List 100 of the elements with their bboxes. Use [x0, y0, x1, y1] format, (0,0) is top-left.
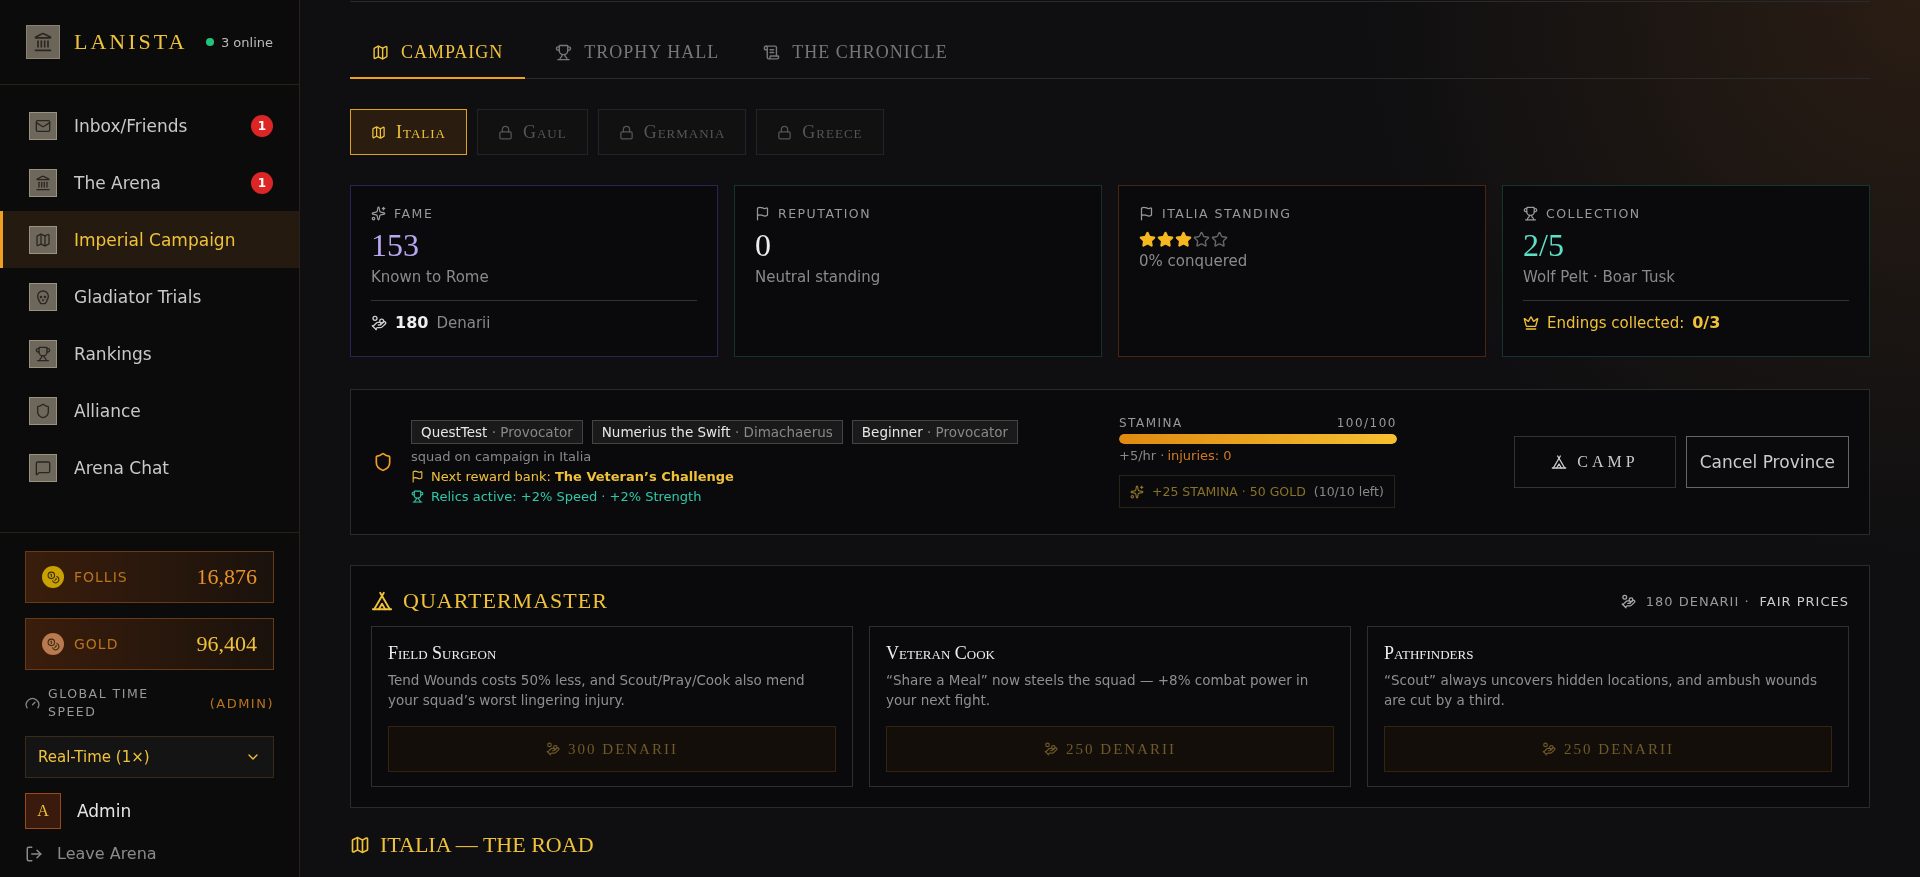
- denarii-balance: 180 DENARII ·: [1645, 593, 1750, 609]
- tent-icon: [1551, 454, 1568, 470]
- time-speed-select[interactable]: Real-Time (1×): [25, 736, 274, 778]
- star-icon: [1139, 231, 1156, 248]
- nav-item[interactable]: Gladiator Trials: [0, 268, 299, 325]
- offer-title: Field Surgeon: [388, 643, 498, 664]
- nav-item[interactable]: Rankings: [0, 325, 299, 382]
- stat-label: ITALIA STANDING: [1162, 206, 1292, 221]
- offer-title: Veteran Cook: [886, 643, 996, 664]
- star-icon: [1193, 231, 1210, 248]
- map-icon: [350, 835, 370, 855]
- stat-caption: Neutral standing: [755, 268, 882, 286]
- bonus-button[interactable]: +25 STAMINA · 50 GOLD (10/10 left): [1119, 475, 1395, 508]
- offer-description: “Scout” always uncovers hidden locations, and ambush wounds are cut by a third.: [1384, 671, 1818, 710]
- gauge-icon: [25, 695, 40, 711]
- trophy-icon: [411, 490, 424, 503]
- currency-value: 16,876: [196, 564, 257, 590]
- crown-icon: [1523, 314, 1539, 331]
- tab[interactable]: THE CHRONICLE: [741, 42, 970, 79]
- endings-label: Endings collected:: [1547, 313, 1685, 332]
- map-icon: [371, 124, 386, 140]
- nav-item[interactable]: Arena Chat: [0, 439, 299, 496]
- gladiator-tag: QuestTest · Provocator: [411, 420, 583, 444]
- coins-hand-icon: [1542, 742, 1557, 756]
- flag-icon: [1139, 206, 1154, 221]
- denarii-label: Denarii: [436, 313, 491, 332]
- coins-hand-icon: [1620, 593, 1636, 609]
- shield-icon: [29, 396, 57, 425]
- coins-hand-icon: [371, 314, 387, 331]
- denarii-amount: 180: [395, 313, 429, 332]
- relics-text: Relics active: +2% Speed · +2% Strength: [431, 489, 702, 504]
- mail-icon: [29, 111, 57, 140]
- lock-icon: [777, 124, 793, 140]
- admin-tag: (ADMIN): [209, 695, 274, 711]
- sparkle-icon: [371, 206, 386, 221]
- flag-icon: [755, 206, 770, 221]
- stat-caption: 0% conquered: [1139, 252, 1249, 270]
- section-title: ITALIA — THE ROAD: [380, 832, 594, 858]
- lock-icon: [497, 124, 513, 140]
- coin-icon: [42, 633, 64, 655]
- stamina-reading: 100/100: [1336, 416, 1397, 430]
- time-speed-label: GLOBAL TIME SPEED: [48, 685, 150, 721]
- brand-name: LANISTA: [74, 29, 189, 55]
- stat-value: 2/5: [1523, 227, 1565, 264]
- stat-label: REPUTATION: [778, 206, 872, 221]
- stat-label: FAME: [394, 206, 434, 221]
- currency-value: 96,404: [196, 631, 257, 657]
- stat-label: COLLECTION: [1546, 206, 1641, 221]
- currency-label: GOLD: [74, 636, 120, 652]
- leave-link[interactable]: Leave Arena: [25, 844, 274, 863]
- nav-item[interactable]: The Arena 1: [0, 154, 299, 211]
- prices-note: FAIR PRICES: [1759, 593, 1849, 609]
- stat-value: 153: [371, 227, 420, 264]
- logout-icon: [25, 844, 43, 863]
- tab[interactable]: CAMPAIGN: [350, 42, 526, 79]
- tab[interactable]: TROPHY HALL: [533, 42, 742, 79]
- star-icon: [1157, 231, 1174, 248]
- coin-icon: [42, 566, 64, 588]
- stat-caption: Wolf Pelt · Boar Tusk: [1523, 268, 1676, 286]
- online-dot: [205, 38, 214, 46]
- endings-count: 0/3: [1692, 313, 1721, 332]
- nav-item[interactable]: Inbox/Friends 1: [0, 97, 299, 154]
- region-tab[interactable]: Italia: [350, 109, 467, 155]
- stat-caption: Known to Rome: [371, 268, 490, 286]
- shield-icon: [373, 452, 393, 472]
- user-avatar: A: [25, 793, 61, 829]
- squad-status: squad on campaign in Italia: [411, 449, 593, 464]
- injuries-count: injuries: 0: [1167, 448, 1232, 463]
- nav-item[interactable]: Imperial Campaign: [0, 211, 299, 268]
- notification-badge: 1: [251, 171, 273, 194]
- gladiator-tag: Beginner · Provocator: [851, 420, 1019, 444]
- currency-label: FOLLIS: [74, 569, 129, 585]
- camp-button[interactable]: CAMP: [1514, 436, 1676, 488]
- gladiator-tag: Numerius the Swift · Dimachaerus: [591, 420, 843, 444]
- tent-icon: [371, 590, 393, 612]
- online-count: 3 online: [220, 34, 273, 50]
- trophy-icon: [29, 339, 57, 368]
- lock-icon: [618, 124, 634, 140]
- columns-icon: [29, 168, 57, 197]
- trophy-icon: [555, 44, 573, 61]
- offer-description: Tend Wounds costs 50% less, and Scout/Pray/Cook also mend your squad’s worst lingering injury.: [388, 671, 806, 710]
- star-icon: [1175, 231, 1192, 248]
- cancel-button[interactable]: Cancel Province: [1685, 436, 1849, 488]
- offer-title: Pathfinders: [1384, 643, 1475, 664]
- scroll-icon: [763, 44, 781, 61]
- sparkle-icon: [1130, 484, 1144, 499]
- coins-hand-icon: [546, 742, 561, 756]
- reward-bank-text: Next reward bank: The Veteran’s Challenge: [431, 469, 734, 484]
- skull-icon: [29, 282, 57, 311]
- map-icon: [29, 225, 57, 254]
- coins-hand-icon: [1044, 742, 1059, 756]
- stamina-label: STAMINA: [1119, 416, 1183, 430]
- trophy-icon: [1523, 206, 1538, 221]
- map-icon: [372, 44, 389, 61]
- flag-icon: [411, 470, 424, 483]
- offer-description: “Share a Meal” now steels the squad — +8% combat power in your next fight.: [886, 671, 1310, 710]
- chat-icon: [29, 453, 57, 482]
- logo-icon: [26, 25, 60, 59]
- stat-value: 0: [755, 227, 772, 264]
- nav-item[interactable]: Alliance: [0, 382, 299, 439]
